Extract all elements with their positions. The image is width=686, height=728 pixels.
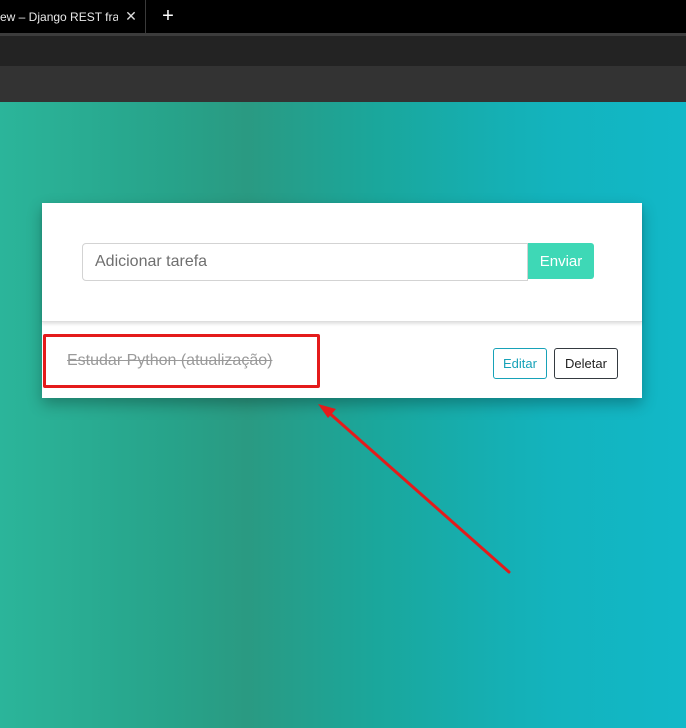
close-tab-icon[interactable]: ✕ (123, 8, 139, 24)
new-tab-icon[interactable]: + (158, 6, 178, 26)
page-viewport: Enviar Estudar Python (atualização) Edit… (0, 102, 686, 728)
submit-button[interactable]: Enviar (528, 243, 594, 279)
delete-button[interactable]: Deletar (554, 348, 618, 379)
task-input[interactable] (82, 243, 528, 281)
annotation-highlight-box (43, 334, 320, 388)
browser-tab-bar: ew – Django REST fran ✕ + (0, 0, 686, 35)
add-task-form: Enviar (42, 203, 642, 322)
bookmarks-bar (0, 66, 686, 102)
browser-toolbar (0, 36, 686, 66)
tab-title: ew – Django REST fran (0, 10, 118, 24)
browser-tab[interactable]: ew – Django REST fran ✕ (0, 0, 146, 35)
edit-button[interactable]: Editar (493, 348, 547, 379)
